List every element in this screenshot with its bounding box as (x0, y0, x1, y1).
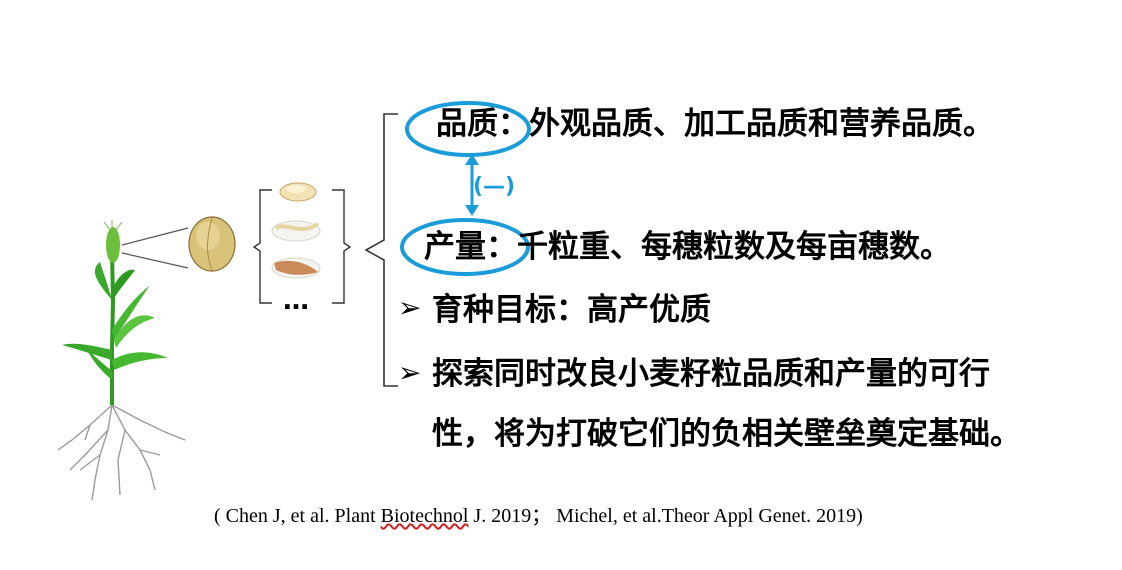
negative-correlation-label: (—) (473, 174, 516, 199)
products-ellipsis: … (283, 286, 311, 316)
bullet-explore-line1: 探索同时改良小麦籽粒品质和产量的可行 (432, 356, 990, 392)
reference-part3: J. 2019； Michel, et al.Theor Appl Genet.… (468, 505, 863, 527)
arrow-bullet-icon: ➢ (398, 356, 422, 389)
reference-journal: Biotechnol (380, 505, 469, 527)
quality-line: 品质：外观品质、加工品质和营养品质。 (436, 104, 994, 144)
bullet-breeding-goal: 育种目标：高产优质 (432, 292, 711, 328)
arrow-bullet-icon: ➢ (398, 291, 422, 324)
bread-icon (271, 257, 321, 279)
bullet-explore-line2: 性，将为打破它们的负相关壁垒奠定基础。 (432, 416, 1021, 452)
yield-line: 产量：千粒重、每穗粒数及每亩穗数。 (424, 227, 951, 267)
reference-part1: ( Chen J, et al. Plant (214, 505, 381, 527)
yield-label: 产量： (424, 229, 517, 265)
wheat-plant-icon (57, 220, 186, 501)
quality-label: 品质： (436, 106, 529, 142)
wheat-diagram (57, 113, 398, 501)
reference-citation: ( Chen J, et al. Plant Biotechnol J. 201… (214, 499, 863, 528)
flour-icon (279, 182, 317, 202)
wheat-grain-icon (188, 216, 236, 272)
quality-text: 外观品质、加工品质和营养品质。 (529, 106, 994, 142)
noodle-icon (271, 220, 321, 242)
yield-text: 千粒重、每穗粒数及每亩穗数。 (517, 229, 951, 265)
